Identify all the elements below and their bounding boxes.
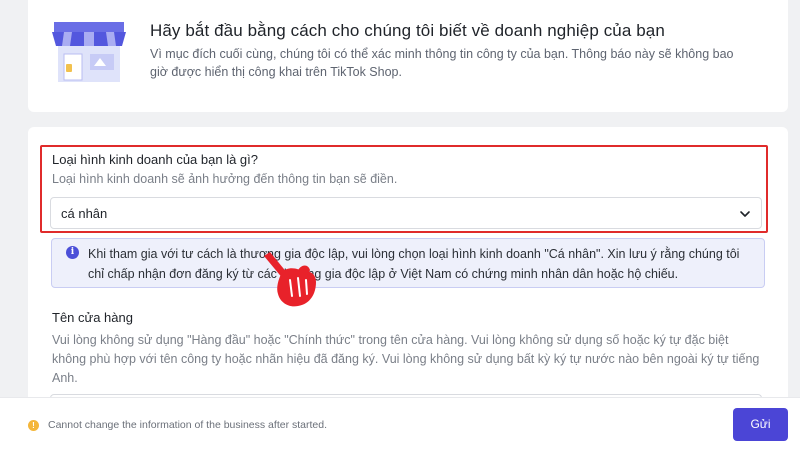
chevron-down-icon (740, 211, 750, 217)
pointing-hand-icon (264, 252, 316, 307)
info-notice-text: Khi tham gia với tư cách là thương gia đ… (88, 247, 740, 281)
business-type-hint: Loại hình kinh doanh sẽ ảnh hưởng đến th… (52, 172, 398, 186)
business-type-select[interactable]: cá nhân (50, 197, 762, 229)
warning-icon: ! (28, 420, 39, 431)
intro-description: Vì mục đích cuối cùng, chúng tôi có thể … (150, 47, 734, 79)
business-type-label: Loại hình kinh doanh của bạn là gì? (52, 152, 259, 167)
intro-title: Hãy bắt đầu bằng cách cho chúng tôi biết… (150, 21, 665, 40)
submit-button[interactable]: Gửi (733, 408, 788, 441)
business-type-selected-value: cá nhân (61, 206, 108, 221)
store-name-label: Tên cửa hàng (52, 310, 133, 325)
shop-illustration-icon (52, 22, 126, 82)
info-icon: i (66, 246, 79, 259)
footer-warning-text: Cannot change the information of the bus… (48, 419, 328, 431)
store-name-hint: Vui lòng không sử dụng "Hàng đầu" hoặc "… (52, 333, 760, 385)
